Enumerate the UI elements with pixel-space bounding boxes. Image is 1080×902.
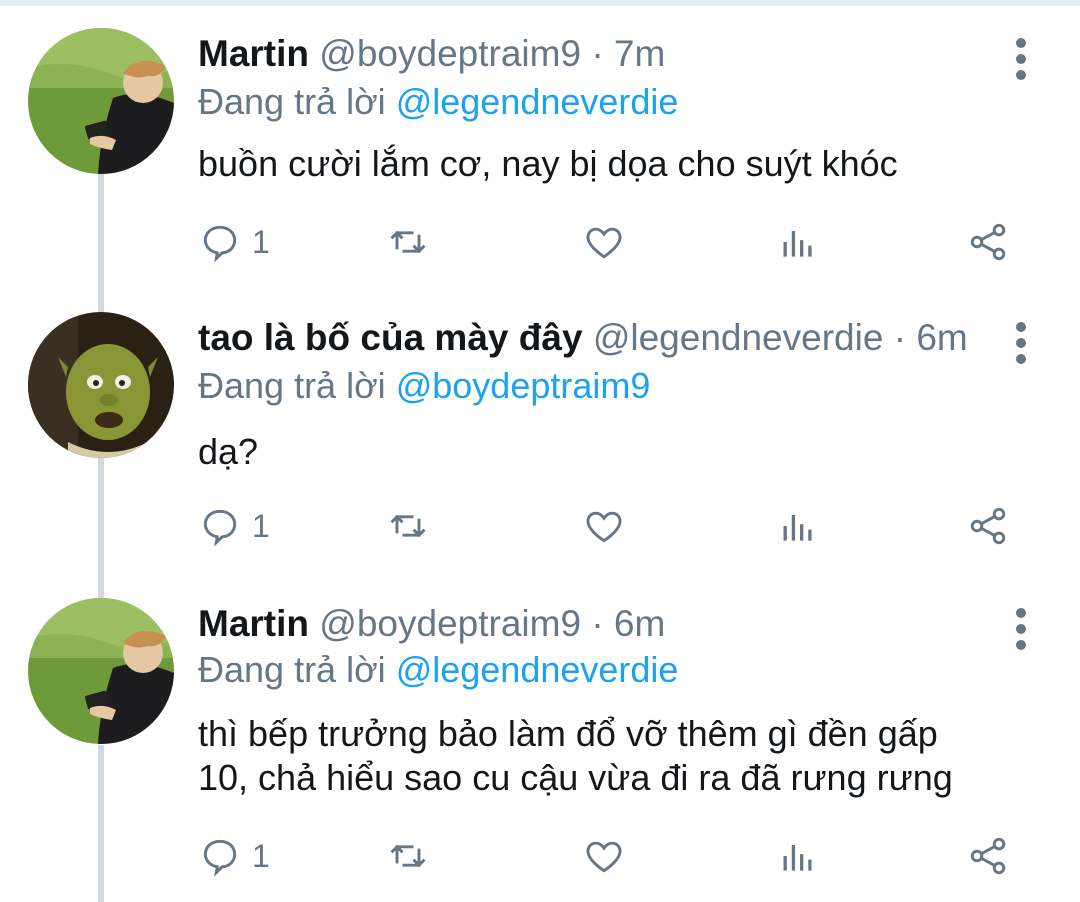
reply-icon xyxy=(203,839,237,877)
timestamp[interactable]: 6m xyxy=(916,317,967,358)
analytics-button[interactable] xyxy=(776,217,820,267)
top-divider xyxy=(0,0,1080,6)
analytics-icon xyxy=(783,515,812,541)
tweet-header: Martin @boydeptraim9 · 7m xyxy=(198,32,665,76)
user-handle[interactable]: @boydeptraim9 xyxy=(319,603,581,644)
retweet-button[interactable] xyxy=(386,217,430,267)
retweet-icon xyxy=(390,844,426,868)
avatar[interactable] xyxy=(28,598,174,744)
separator: · xyxy=(591,33,604,74)
timestamp[interactable]: 6m xyxy=(614,603,665,644)
share-button[interactable] xyxy=(966,501,1010,551)
replying-label: Đang trả lời xyxy=(198,365,386,406)
timestamp[interactable]: 7m xyxy=(614,33,665,74)
share-icon xyxy=(970,837,1006,875)
reply-button[interactable]: 1 xyxy=(198,217,270,267)
tweet-actions: 1 xyxy=(198,831,1018,881)
like-button[interactable] xyxy=(582,501,626,551)
retweet-icon xyxy=(390,514,426,538)
share-button[interactable] xyxy=(966,217,1010,267)
like-icon xyxy=(586,227,622,259)
tweet[interactable]: Martin @boydeptraim9 · 7m Đang trả lời @… xyxy=(0,28,1080,298)
replying-label: Đang trả lời xyxy=(198,649,386,690)
reply-icon xyxy=(203,509,237,547)
tweet-header: Martin @boydeptraim9 · 6m xyxy=(198,602,665,646)
user-handle[interactable]: @boydeptraim9 xyxy=(319,33,581,74)
shrek-avatar xyxy=(28,312,174,458)
analytics-icon xyxy=(783,231,812,257)
like-button[interactable] xyxy=(582,831,626,881)
tweet-text-line: buồn cười lắm cơ, nay bị dọa cho suýt kh… xyxy=(198,143,898,184)
tweet-actions: 1 xyxy=(198,217,1018,267)
tweet[interactable]: Martin @boydeptraim9 · 6m Đang trả lời @… xyxy=(0,598,1080,902)
person-on-grass-avatar xyxy=(28,598,174,744)
replying-to: Đang trả lời @boydeptraim9 xyxy=(198,364,650,408)
mention-link[interactable]: @legendneverdie xyxy=(396,649,679,690)
analytics-button[interactable] xyxy=(776,501,820,551)
replying-to: Đang trả lời @legendneverdie xyxy=(198,648,678,692)
reply-icon xyxy=(203,225,237,263)
reply-count: 1 xyxy=(252,837,270,874)
reply-button[interactable]: 1 xyxy=(198,831,270,881)
tweet-text: dạ? xyxy=(198,430,258,474)
retweet-button[interactable] xyxy=(386,501,430,551)
share-icon xyxy=(970,507,1006,545)
share-icon xyxy=(970,223,1006,261)
like-button[interactable] xyxy=(582,217,626,267)
reply-button[interactable]: 1 xyxy=(198,501,270,551)
avatar[interactable] xyxy=(28,312,174,458)
display-name[interactable]: Martin xyxy=(198,603,309,644)
tweet-text-line: thì bếp trưởng bảo làm đổ vỡ thêm gì đền… xyxy=(198,713,938,754)
tweet-header: tao là bố của mày đây @legendneverdie · … xyxy=(198,316,968,360)
replying-label: Đang trả lời xyxy=(198,81,386,122)
retweet-icon xyxy=(390,230,426,254)
analytics-button[interactable] xyxy=(776,831,820,881)
display-name[interactable]: tao là bố của mày đây xyxy=(198,317,583,358)
separator: · xyxy=(591,603,604,644)
retweet-button[interactable] xyxy=(386,831,430,881)
tweet-text: buồn cười lắm cơ, nay bị dọa cho suýt kh… xyxy=(198,142,898,186)
person-on-grass-avatar xyxy=(28,28,174,174)
display-name[interactable]: Martin xyxy=(198,33,309,74)
avatar[interactable] xyxy=(28,28,174,174)
mention-link[interactable]: @legendneverdie xyxy=(396,81,679,122)
like-icon xyxy=(586,511,622,543)
separator: · xyxy=(893,317,907,358)
more-options-icon[interactable] xyxy=(1010,322,1032,370)
tweet-actions: 1 xyxy=(198,501,1018,551)
reply-count: 1 xyxy=(252,507,270,544)
reply-count: 1 xyxy=(252,223,270,260)
more-options-icon[interactable] xyxy=(1010,38,1032,86)
user-handle[interactable]: @legendneverdie xyxy=(593,317,884,358)
like-icon xyxy=(586,841,622,873)
share-button[interactable] xyxy=(966,831,1010,881)
tweet-text-line: 10, chả hiểu sao cu cậu vừa đi ra đã rưn… xyxy=(198,757,953,798)
tweet[interactable]: tao là bố của mày đây @legendneverdie · … xyxy=(0,312,1080,582)
analytics-icon xyxy=(783,845,812,871)
more-options-icon[interactable] xyxy=(1010,608,1032,656)
tweet-text: thì bếp trưởng bảo làm đổ vỡ thêm gì đền… xyxy=(198,712,953,800)
mention-link[interactable]: @boydeptraim9 xyxy=(396,365,651,406)
tweet-text-line: dạ? xyxy=(198,431,259,472)
replying-to: Đang trả lời @legendneverdie xyxy=(198,80,678,124)
